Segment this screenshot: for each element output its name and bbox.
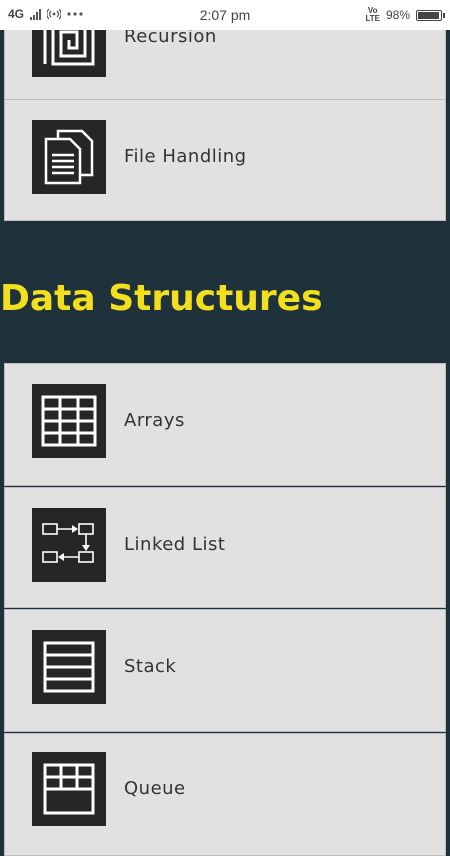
topic-label: Linked List <box>124 534 226 555</box>
grid-icon <box>32 384 106 458</box>
topic-label: Arrays <box>124 410 185 431</box>
documents-icon <box>32 120 106 194</box>
linked-list-icon <box>32 508 106 582</box>
topic-label: Queue <box>124 778 186 799</box>
queue-icon <box>32 752 106 826</box>
topic-card-queue[interactable]: Queue <box>4 733 446 856</box>
topic-label: Stack <box>124 656 177 677</box>
battery-icon <box>416 9 445 21</box>
topic-label: File Handling <box>124 146 247 167</box>
status-bar: 4G 2:07 pm Vo LTE 98% <box>0 0 450 30</box>
status-right: Vo LTE 98% <box>365 7 445 23</box>
battery-percent: 98% <box>385 8 410 22</box>
topic-card-linked-list[interactable]: Linked List <box>4 487 446 608</box>
volte-icon: Vo LTE <box>365 7 380 23</box>
battery-level <box>418 11 439 19</box>
topic-card-file-handling[interactable]: File Handling <box>4 99 446 221</box>
volte-bottom: LTE <box>365 14 380 23</box>
stack-icon <box>32 630 106 704</box>
section-title: Data Structures <box>0 278 323 319</box>
topic-card-stack[interactable]: Stack <box>4 609 446 732</box>
topic-card-arrays[interactable]: Arrays <box>4 363 446 486</box>
